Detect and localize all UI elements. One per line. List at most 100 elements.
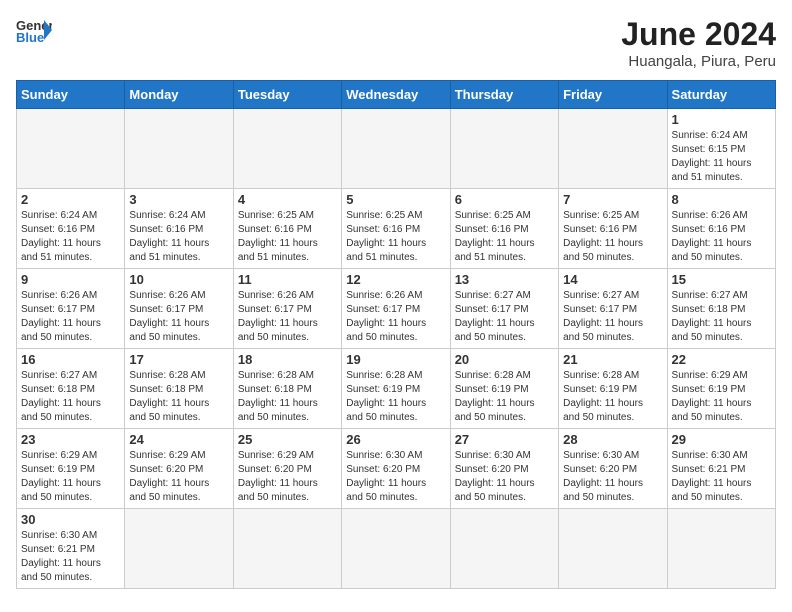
calendar-cell xyxy=(450,509,558,589)
calendar-cell: 21 Sunrise: 6:28 AM Sunset: 6:19 PM Dayli… xyxy=(559,349,667,429)
calendar-cell xyxy=(450,109,558,189)
day-info: Sunrise: 6:30 AM Sunset: 6:20 PM Dayligh… xyxy=(563,449,662,505)
svg-text:Blue: Blue xyxy=(16,30,44,44)
day-info: Sunrise: 6:26 AM Sunset: 6:17 PM Dayligh… xyxy=(238,289,337,345)
day-number: 21 xyxy=(563,352,662,367)
day-number: 5 xyxy=(346,192,445,207)
day-number: 17 xyxy=(129,352,228,367)
day-number: 13 xyxy=(455,272,554,287)
calendar-cell: 11 Sunrise: 6:26 AM Sunset: 6:17 PM Dayli… xyxy=(233,269,341,349)
calendar-cell: 29 Sunrise: 6:30 AM Sunset: 6:21 PM Dayli… xyxy=(667,429,775,509)
day-info: Sunrise: 6:24 AM Sunset: 6:16 PM Dayligh… xyxy=(129,209,228,265)
weekday-header-sunday: Sunday xyxy=(17,81,125,109)
day-info: Sunrise: 6:28 AM Sunset: 6:18 PM Dayligh… xyxy=(129,369,228,425)
calendar-cell xyxy=(125,109,233,189)
day-info: Sunrise: 6:27 AM Sunset: 6:17 PM Dayligh… xyxy=(455,289,554,345)
calendar-cell xyxy=(667,509,775,589)
day-info: Sunrise: 6:25 AM Sunset: 6:16 PM Dayligh… xyxy=(238,209,337,265)
day-info: Sunrise: 6:29 AM Sunset: 6:20 PM Dayligh… xyxy=(129,449,228,505)
day-number: 16 xyxy=(21,352,120,367)
day-number: 7 xyxy=(563,192,662,207)
day-number: 18 xyxy=(238,352,337,367)
calendar-week-1: 1 Sunrise: 6:24 AM Sunset: 6:15 PM Daylig… xyxy=(17,109,776,189)
weekday-header-wednesday: Wednesday xyxy=(342,81,450,109)
day-number: 1 xyxy=(672,112,771,127)
day-number: 3 xyxy=(129,192,228,207)
day-number: 23 xyxy=(21,432,120,447)
calendar-cell: 9Sunrise: 6:26 AM Sunset: 6:17 PM Daylig… xyxy=(17,269,125,349)
weekday-header-row: SundayMondayTuesdayWednesdayThursdayFrid… xyxy=(17,81,776,109)
day-number: 2 xyxy=(21,192,120,207)
calendar-cell: 16Sunrise: 6:27 AM Sunset: 6:18 PM Dayli… xyxy=(17,349,125,429)
day-number: 22 xyxy=(672,352,771,367)
calendar-week-2: 2 Sunrise: 6:24 AM Sunset: 6:16 PM Daylig… xyxy=(17,189,776,269)
day-number: 15 xyxy=(672,272,771,287)
day-info: Sunrise: 6:30 AM Sunset: 6:21 PM Dayligh… xyxy=(21,529,120,585)
day-info: Sunrise: 6:28 AM Sunset: 6:19 PM Dayligh… xyxy=(455,369,554,425)
day-number: 9 xyxy=(21,272,120,287)
title-area: June 2024 Huangala, Piura, Peru xyxy=(621,16,776,70)
day-info: Sunrise: 6:30 AM Sunset: 6:21 PM Dayligh… xyxy=(672,449,771,505)
day-number: 11 xyxy=(238,272,337,287)
calendar-cell xyxy=(559,509,667,589)
calendar-cell xyxy=(17,109,125,189)
calendar-cell: 22Sunrise: 6:29 AM Sunset: 6:19 PM Dayli… xyxy=(667,349,775,429)
day-info: Sunrise: 6:28 AM Sunset: 6:19 PM Dayligh… xyxy=(563,369,662,425)
calendar-cell xyxy=(559,109,667,189)
day-number: 26 xyxy=(346,432,445,447)
day-number: 24 xyxy=(129,432,228,447)
day-number: 14 xyxy=(563,272,662,287)
day-info: Sunrise: 6:28 AM Sunset: 6:19 PM Dayligh… xyxy=(346,369,445,425)
weekday-header-friday: Friday xyxy=(559,81,667,109)
day-info: Sunrise: 6:25 AM Sunset: 6:16 PM Dayligh… xyxy=(563,209,662,265)
calendar-cell: 1 Sunrise: 6:24 AM Sunset: 6:15 PM Daylig… xyxy=(667,109,775,189)
calendar-cell xyxy=(233,509,341,589)
page-header: General Blue June 2024 Huangala, Piura, … xyxy=(16,16,776,70)
day-number: 8 xyxy=(672,192,771,207)
calendar-cell: 10 Sunrise: 6:26 AM Sunset: 6:17 PM Dayli… xyxy=(125,269,233,349)
day-info: Sunrise: 6:30 AM Sunset: 6:20 PM Dayligh… xyxy=(455,449,554,505)
day-info: Sunrise: 6:25 AM Sunset: 6:16 PM Dayligh… xyxy=(346,209,445,265)
day-info: Sunrise: 6:29 AM Sunset: 6:20 PM Dayligh… xyxy=(238,449,337,505)
day-info: Sunrise: 6:29 AM Sunset: 6:19 PM Dayligh… xyxy=(21,449,120,505)
logo-icon: General Blue xyxy=(16,16,52,44)
day-number: 27 xyxy=(455,432,554,447)
day-number: 28 xyxy=(563,432,662,447)
calendar-cell: 15 Sunrise: 6:27 AM Sunset: 6:18 PM Dayli… xyxy=(667,269,775,349)
calendar-cell xyxy=(342,509,450,589)
calendar-title: June 2024 xyxy=(621,16,776,53)
day-number: 4 xyxy=(238,192,337,207)
day-info: Sunrise: 6:25 AM Sunset: 6:16 PM Dayligh… xyxy=(455,209,554,265)
day-info: Sunrise: 6:24 AM Sunset: 6:16 PM Dayligh… xyxy=(21,209,120,265)
calendar-cell: 6Sunrise: 6:25 AM Sunset: 6:16 PM Daylig… xyxy=(450,189,558,269)
calendar-cell: 4 Sunrise: 6:25 AM Sunset: 6:16 PM Daylig… xyxy=(233,189,341,269)
day-number: 10 xyxy=(129,272,228,287)
day-info: Sunrise: 6:27 AM Sunset: 6:18 PM Dayligh… xyxy=(672,289,771,345)
calendar-week-5: 23 Sunrise: 6:29 AM Sunset: 6:19 PM Dayli… xyxy=(17,429,776,509)
day-number: 29 xyxy=(672,432,771,447)
day-number: 12 xyxy=(346,272,445,287)
weekday-header-saturday: Saturday xyxy=(667,81,775,109)
calendar-week-3: 9 Sunrise: 6:26 AM Sunset: 6:17 PM Daylig… xyxy=(17,269,776,349)
day-info: Sunrise: 6:24 AM Sunset: 6:15 PM Dayligh… xyxy=(672,129,771,185)
day-info: Sunrise: 6:30 AM Sunset: 6:20 PM Dayligh… xyxy=(346,449,445,505)
day-info: Sunrise: 6:26 AM Sunset: 6:17 PM Dayligh… xyxy=(129,289,228,345)
calendar-cell xyxy=(342,109,450,189)
day-info: Sunrise: 6:28 AM Sunset: 6:18 PM Dayligh… xyxy=(238,369,337,425)
day-number: 30 xyxy=(21,512,120,527)
calendar-cell: 17 Sunrise: 6:28 AM Sunset: 6:18 PM Dayli… xyxy=(125,349,233,429)
calendar-cell: 20Sunrise: 6:28 AM Sunset: 6:19 PM Dayli… xyxy=(450,349,558,429)
calendar-cell: 23 Sunrise: 6:29 AM Sunset: 6:19 PM Dayli… xyxy=(17,429,125,509)
calendar-cell: 18 Sunrise: 6:28 AM Sunset: 6:18 PM Dayli… xyxy=(233,349,341,429)
calendar-cell: 19Sunrise: 6:28 AM Sunset: 6:19 PM Dayli… xyxy=(342,349,450,429)
calendar-cell xyxy=(125,509,233,589)
calendar-cell: 28 Sunrise: 6:30 AM Sunset: 6:20 PM Dayli… xyxy=(559,429,667,509)
calendar-cell: 27 Sunrise: 6:30 AM Sunset: 6:20 PM Dayli… xyxy=(450,429,558,509)
calendar-cell xyxy=(233,109,341,189)
calendar-week-6: 30 Sunrise: 6:30 AM Sunset: 6:21 PM Dayli… xyxy=(17,509,776,589)
day-number: 25 xyxy=(238,432,337,447)
calendar-cell: 7 Sunrise: 6:25 AM Sunset: 6:16 PM Daylig… xyxy=(559,189,667,269)
day-info: Sunrise: 6:27 AM Sunset: 6:17 PM Dayligh… xyxy=(563,289,662,345)
weekday-header-monday: Monday xyxy=(125,81,233,109)
weekday-header-tuesday: Tuesday xyxy=(233,81,341,109)
